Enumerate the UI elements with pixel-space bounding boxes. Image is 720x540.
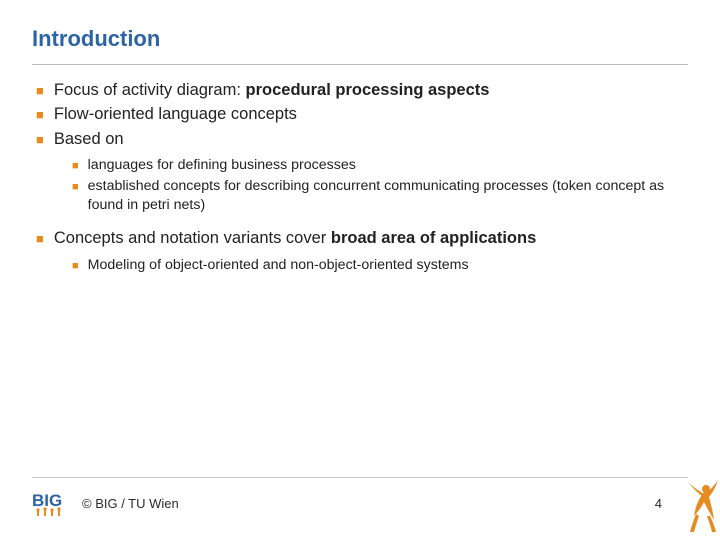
- list-item: ■ Focus of activity diagram: procedural …: [36, 79, 684, 101]
- bullet-sublist: ■ languages for defining business proces…: [36, 152, 684, 228]
- text-run: Focus of activity diagram:: [54, 81, 246, 99]
- list-item: ■ Based on: [36, 128, 684, 150]
- text-bold: procedural processing aspects: [246, 81, 490, 99]
- list-item-text: Flow-oriented language concepts: [54, 103, 297, 125]
- list-item-text: Based on: [54, 128, 124, 150]
- list-item-text: languages for defining business processe…: [88, 156, 356, 175]
- page-title: Introduction: [32, 26, 688, 52]
- list-item-text: Concepts and notation variants cover bro…: [54, 227, 536, 249]
- square-bullet-icon: ■: [72, 180, 79, 195]
- text-bold: broad area of applications: [331, 229, 536, 247]
- dancer-icon: [684, 480, 720, 532]
- title-block: Introduction: [0, 0, 720, 58]
- bullet-sublist: ■ Modeling of object-oriented and non-ob…: [36, 252, 684, 287]
- footer-left: BIG © BIG / TU Wien: [32, 488, 179, 518]
- square-bullet-icon: ■: [72, 259, 79, 274]
- list-item: ■ Concepts and notation variants cover b…: [36, 227, 684, 249]
- page-number: 4: [655, 496, 662, 511]
- list-item: ■ languages for defining business proces…: [72, 156, 684, 175]
- bullet-list: ■ Concepts and notation variants cover b…: [36, 227, 684, 249]
- text-run: Concepts and notation variants cover: [54, 229, 331, 247]
- list-item: ■ Modeling of object-oriented and non-ob…: [72, 256, 684, 275]
- square-bullet-icon: ■: [36, 106, 44, 124]
- copyright-text: © BIG / TU Wien: [82, 496, 179, 511]
- square-bullet-icon: ■: [72, 159, 79, 174]
- list-item: ■ Flow-oriented language concepts: [36, 103, 684, 125]
- square-bullet-icon: ■: [36, 131, 44, 149]
- list-item-text: Focus of activity diagram: procedural pr…: [54, 79, 490, 101]
- square-bullet-icon: ■: [36, 82, 44, 100]
- footer: BIG © BIG / TU Wien 4: [32, 477, 688, 518]
- slide: Introduction ■ Focus of activity diagram…: [0, 0, 720, 540]
- square-bullet-icon: ■: [36, 230, 44, 248]
- footer-row: BIG © BIG / TU Wien 4: [32, 488, 688, 518]
- big-logo-icon: BIG: [32, 488, 72, 518]
- list-item: ■ established concepts for describing co…: [72, 177, 684, 215]
- footer-divider: [32, 477, 688, 478]
- bullet-list: ■ Focus of activity diagram: procedural …: [36, 79, 684, 150]
- list-item-text: established concepts for describing conc…: [88, 177, 684, 215]
- content: ■ Focus of activity diagram: procedural …: [0, 65, 720, 287]
- svg-text:BIG: BIG: [32, 491, 62, 510]
- list-item-text: Modeling of object-oriented and non-obje…: [88, 256, 469, 275]
